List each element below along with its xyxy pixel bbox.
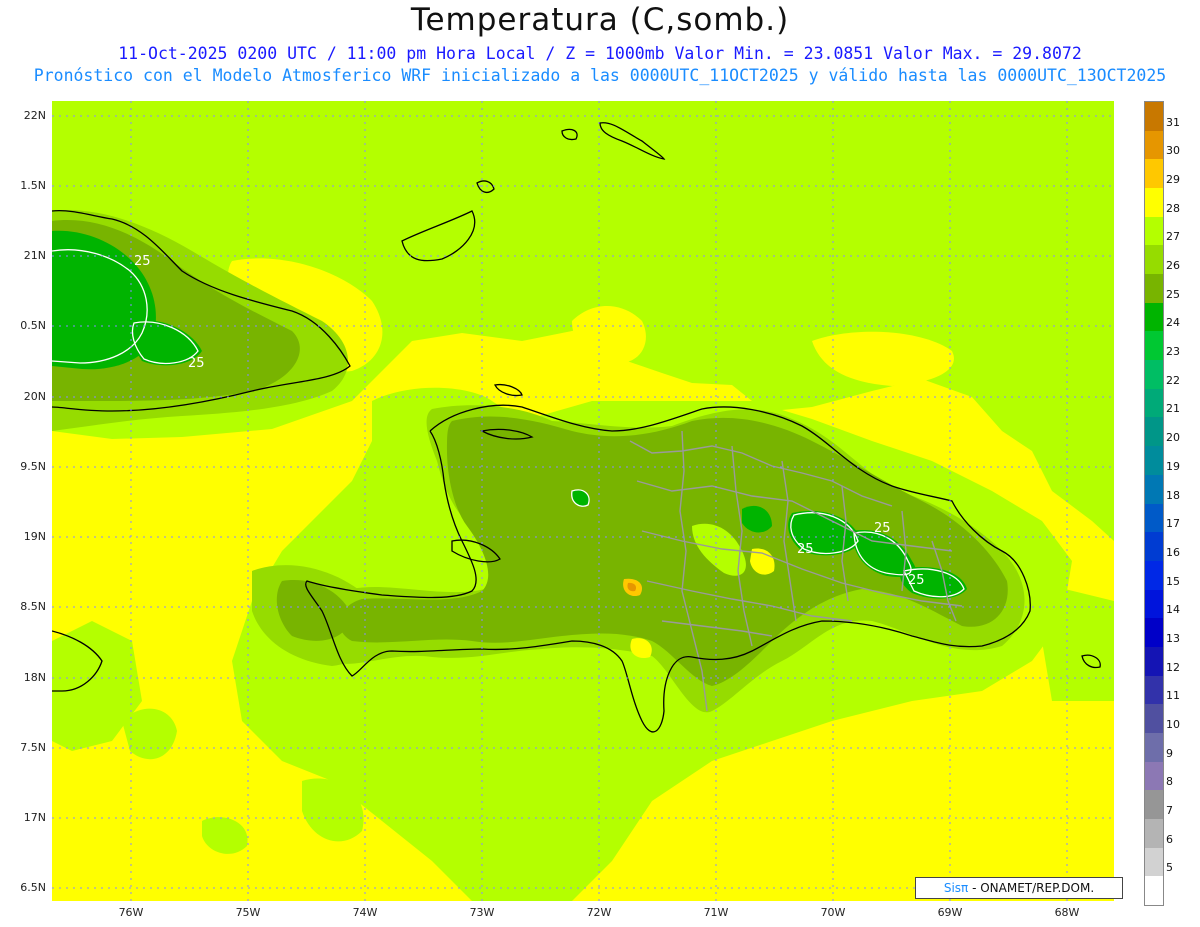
colorbar-label: 19	[1166, 459, 1180, 473]
lat-label: 22N	[23, 109, 46, 122]
lon-label: 71W	[703, 906, 729, 919]
colorbar-label: 12	[1166, 660, 1180, 674]
colorbar-label: 23	[1166, 345, 1180, 359]
colorbar-swatch	[1145, 618, 1163, 648]
colorbar-swatch	[1145, 646, 1163, 677]
colorbar-label: 28	[1166, 201, 1180, 215]
contour-label: 25	[188, 356, 205, 371]
temperature-map: 25 25 25 25 25	[52, 101, 1114, 901]
colorbar-label: 25	[1166, 287, 1180, 301]
colorbar-label: 21	[1166, 402, 1180, 416]
colorbar-swatch	[1145, 102, 1163, 132]
lon-label: 73W	[469, 906, 495, 919]
model-info-line: Pronóstico con el Modelo Atmosferico WRF…	[33, 66, 1167, 85]
colorbar-label: 18	[1166, 488, 1180, 502]
lon-label: 75W	[235, 906, 261, 919]
colorbar-label: 20	[1166, 431, 1180, 445]
colorbar-swatch	[1145, 245, 1163, 275]
colorbar-label: 15	[1166, 574, 1180, 588]
colorbar-swatch	[1145, 446, 1163, 476]
lat-label: 7.5N	[20, 741, 46, 754]
contour-label: 25	[797, 542, 814, 557]
contour-label: 25	[134, 254, 151, 269]
colorbar-label: 7	[1166, 803, 1173, 817]
colorbar-label: 29	[1166, 173, 1180, 187]
colorbar-label: 11	[1166, 689, 1180, 703]
colorbar-label: 10	[1166, 717, 1180, 731]
colorbar-swatch	[1145, 847, 1163, 877]
contour-label: 25	[908, 573, 925, 588]
map-canvas: 25 25 25 25 25	[52, 101, 1114, 901]
colorbar-label: 13	[1166, 631, 1180, 645]
colorbar-swatch	[1145, 331, 1163, 361]
colorbar-swatch	[1145, 532, 1163, 562]
colorbar-label: 26	[1166, 259, 1180, 273]
lat-label: 6.5N	[20, 881, 46, 894]
colorbar-swatch	[1145, 474, 1163, 504]
colorbar-swatch	[1145, 790, 1163, 820]
colorbar-swatch	[1145, 360, 1163, 390]
colorbar-swatch	[1145, 876, 1163, 906]
lon-label: 70W	[820, 906, 846, 919]
lon-label: 72W	[586, 906, 612, 919]
lat-label: 18N	[23, 671, 46, 684]
colorbar-swatch	[1145, 818, 1163, 849]
colorbar-swatch	[1145, 732, 1163, 763]
forecast-time-line: 11-Oct-2025 0200 UTC / 11:00 pm Hora Loc…	[118, 44, 1082, 63]
colorbar-swatch	[1145, 761, 1163, 791]
colorbar-label: 16	[1166, 545, 1180, 559]
colorbar-label: 22	[1166, 373, 1180, 387]
colorbar-swatch	[1145, 560, 1163, 591]
lat-label: 8.5N	[20, 600, 46, 613]
lat-label: 21N	[23, 249, 46, 262]
colorbar-label: 30	[1166, 144, 1180, 158]
colorbar-label: 31	[1166, 115, 1180, 129]
colorbar-label: 24	[1166, 316, 1180, 330]
lat-label: 17N	[23, 811, 46, 824]
colorbar-swatch	[1145, 216, 1163, 246]
colorbar-swatch	[1145, 503, 1163, 533]
colorbar-swatch	[1145, 704, 1163, 734]
colorbar-label: 27	[1166, 230, 1180, 244]
colorbar-label: 6	[1166, 832, 1173, 846]
colorbar-label: 14	[1166, 603, 1180, 617]
lat-label: 9.5N	[20, 460, 46, 473]
colorbar-label: 5	[1166, 861, 1173, 875]
sispi-logo: Sisπ	[943, 881, 969, 895]
colorbar-label: 17	[1166, 517, 1180, 531]
lat-label: 1.5N	[20, 179, 46, 192]
credit-box: Sisπ - ONAMET/REP.DOM.	[915, 877, 1123, 899]
colorbar-swatch	[1145, 159, 1163, 189]
lon-label: 74W	[352, 906, 378, 919]
lat-label: 19N	[23, 530, 46, 543]
colorbar-swatch	[1145, 302, 1163, 332]
colorbar-swatch	[1145, 589, 1163, 619]
contour-label: 25	[874, 521, 891, 536]
map-title: Temperatura (C,somb.)	[410, 2, 790, 38]
lon-label: 69W	[937, 906, 963, 919]
colorbar-label: 8	[1166, 775, 1173, 789]
lat-label: 20N	[23, 390, 46, 403]
lon-label: 76W	[118, 906, 144, 919]
lat-label: 0.5N	[20, 319, 46, 332]
colorbar-swatch	[1145, 188, 1163, 218]
lon-label: 68W	[1054, 906, 1080, 919]
colorbar	[1144, 101, 1164, 906]
colorbar-label: 9	[1166, 746, 1173, 760]
colorbar-swatch	[1145, 130, 1163, 160]
colorbar-swatch	[1145, 388, 1163, 418]
colorbar-swatch	[1145, 417, 1163, 447]
credit-text: - ONAMET/REP.DOM.	[968, 881, 1095, 895]
colorbar-swatch	[1145, 274, 1163, 304]
colorbar-swatch	[1145, 675, 1163, 705]
